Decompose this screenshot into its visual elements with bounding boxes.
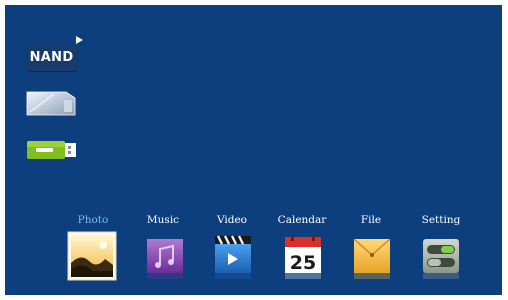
usb-drive-button[interactable] <box>26 140 78 160</box>
file-button[interactable] <box>350 231 394 283</box>
nand-label: NAND <box>29 50 74 65</box>
music-button[interactable] <box>143 231 187 283</box>
setting-button[interactable] <box>419 231 463 283</box>
photo-icon <box>67 231 117 281</box>
music-icon <box>147 239 183 279</box>
calendar-day: 25 <box>290 252 316 274</box>
calendar-icon: 25 <box>285 235 321 279</box>
nand-storage-button[interactable]: NAND <box>26 45 77 71</box>
photo-button[interactable] <box>67 231 117 283</box>
video-icon <box>215 235 251 279</box>
media-player-screen: NAND Photo Music Video Calendar File Set… <box>5 5 502 295</box>
menu-label-file[interactable]: File <box>361 214 381 226</box>
sd-card-icon <box>26 91 76 116</box>
sd-card-button[interactable] <box>26 90 76 116</box>
menu-label-music[interactable]: Music <box>147 214 179 226</box>
file-folder-icon <box>353 238 391 279</box>
cursor-arrow-icon <box>76 36 83 44</box>
menu-label-video[interactable]: Video <box>217 214 247 226</box>
calendar-button[interactable]: 25 <box>281 231 325 283</box>
usb-drive-icon <box>27 141 76 159</box>
menu-label-calendar[interactable]: Calendar <box>278 214 327 226</box>
video-button[interactable] <box>211 231 255 283</box>
menu-labels: Photo Music Video Calendar File Setting <box>5 214 502 230</box>
menu-label-setting[interactable]: Setting <box>422 214 461 226</box>
menu-label-photo[interactable]: Photo <box>78 214 109 226</box>
setting-icon <box>423 239 459 279</box>
